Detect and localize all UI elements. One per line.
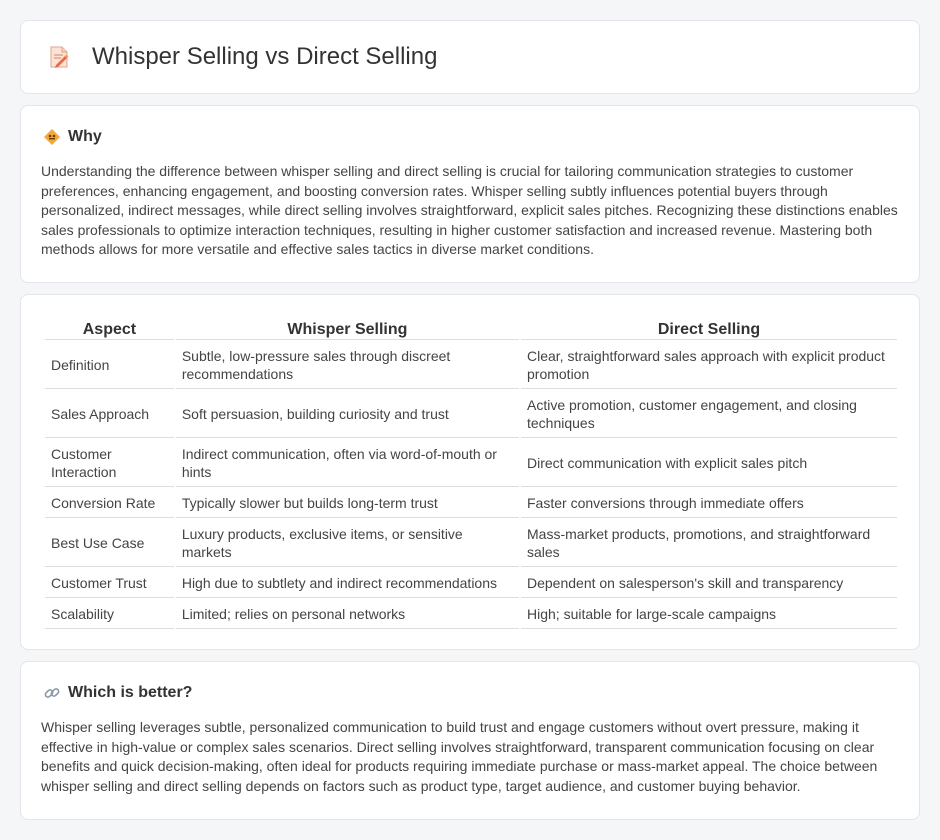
aspect-cell: Sales Approach: [45, 391, 174, 438]
page-title: Whisper Selling vs Direct Selling: [92, 43, 438, 70]
direct-cell: Direct communication with explicit sales…: [521, 440, 897, 487]
direct-cell: Faster conversions through immediate off…: [521, 489, 897, 518]
whisper-cell: Luxury products, exclusive items, or sen…: [175, 520, 519, 567]
why-section: Why Understanding the difference between…: [20, 105, 920, 283]
link-icon: [43, 684, 61, 702]
comparison-section: Aspect Whisper Selling Direct Selling De…: [20, 294, 920, 650]
diamond-sign-icon: [43, 128, 61, 146]
aspect-cell: Conversion Rate: [45, 489, 174, 518]
aspect-cell: Best Use Case: [45, 520, 174, 567]
better-text: Whisper selling leverages subtle, person…: [41, 719, 878, 794]
better-title: Which is better?: [68, 684, 193, 701]
header-direct-selling: Direct Selling: [521, 317, 897, 340]
document-pencil-icon: [46, 44, 72, 70]
table-header-row: Aspect Whisper Selling Direct Selling: [45, 317, 897, 340]
table-row: Sales Approach Soft persuasion, building…: [45, 391, 897, 438]
aspect-cell: Definition: [45, 342, 174, 389]
why-title: Why: [68, 128, 102, 145]
header-aspect: Aspect: [45, 317, 174, 340]
direct-cell: High; suitable for large-scale campaigns: [521, 600, 897, 629]
aspect-cell: Scalability: [45, 600, 174, 629]
which-is-better-section: Which is better? Whisper selling leverag…: [20, 661, 920, 820]
direct-cell: Clear, straightforward sales approach wi…: [521, 342, 897, 389]
header-whisper-selling: Whisper Selling: [175, 317, 519, 340]
whisper-cell: Limited; relies on personal networks: [175, 600, 519, 629]
why-text: Understanding the difference between whi…: [41, 163, 898, 258]
header-card: Whisper Selling vs Direct Selling: [20, 20, 920, 94]
aspect-cell: Customer Interaction: [45, 440, 174, 487]
whisper-cell: Indirect communication, often via word-o…: [175, 440, 519, 487]
aspect-cell: Customer Trust: [45, 569, 174, 598]
table-row: Best Use Case Luxury products, exclusive…: [45, 520, 897, 567]
direct-cell: Mass-market products, promotions, and st…: [521, 520, 897, 567]
whisper-cell: Typically slower but builds long-term tr…: [175, 489, 519, 518]
whisper-cell: High due to subtlety and indirect recomm…: [175, 569, 519, 598]
comparison-table: Aspect Whisper Selling Direct Selling De…: [43, 315, 899, 631]
direct-cell: Dependent on salesperson's skill and tra…: [521, 569, 897, 598]
whisper-cell: Soft persuasion, building curiosity and …: [175, 391, 519, 438]
table-row: Customer Interaction Indirect communicat…: [45, 440, 897, 487]
whisper-cell: Subtle, low-pressure sales through discr…: [175, 342, 519, 389]
table-row: Customer Trust High due to subtlety and …: [45, 569, 897, 598]
table-row: Conversion Rate Typically slower but bui…: [45, 489, 897, 518]
table-row: Definition Subtle, low-pressure sales th…: [45, 342, 897, 389]
table-row: Scalability Limited; relies on personal …: [45, 600, 897, 629]
direct-cell: Active promotion, customer engagement, a…: [521, 391, 897, 438]
